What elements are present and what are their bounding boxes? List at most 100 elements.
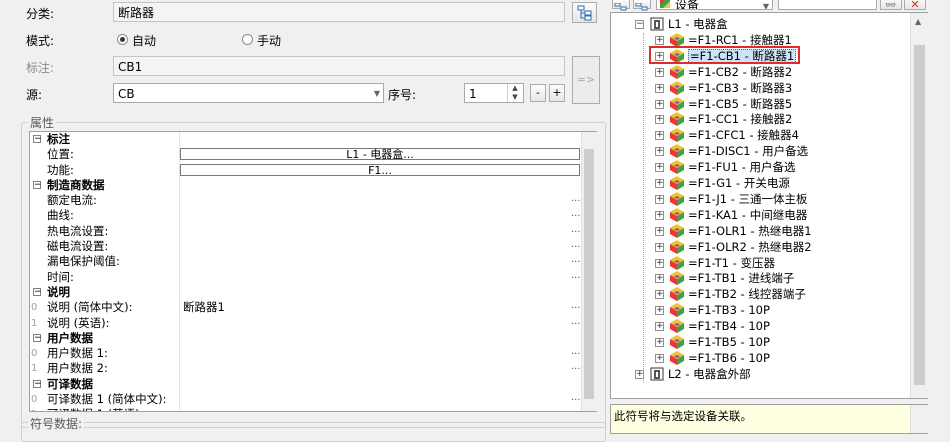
tree-node-device[interactable]: + =F1-TB2 - 线控器端子 — [611, 286, 911, 302]
tree-item-label[interactable]: =F1-TB2 - 线控器端子 — [688, 286, 806, 302]
ellipsis-button[interactable]: ... — [571, 208, 581, 220]
tree-item-label[interactable]: =F1-CFC1 - 接触器4 — [688, 127, 799, 143]
tree-item-label[interactable]: =F1-TB5 - 10P — [688, 334, 770, 350]
tree-node-device[interactable]: + =F1-TB3 - 10P — [611, 302, 911, 318]
property-row[interactable]: 0 说明 (简体中文): 断路器1... — [30, 300, 596, 316]
property-row[interactable]: 时间:... — [30, 269, 596, 285]
expand-icon[interactable]: + — [655, 194, 664, 204]
tree-item-label[interactable]: =F1-TB4 - 10P — [688, 318, 770, 334]
expand-icon[interactable]: + — [655, 115, 664, 125]
expand-icon[interactable]: + — [655, 274, 664, 284]
expand-icon[interactable]: + — [655, 353, 664, 363]
search-input[interactable] — [778, 0, 877, 10]
ellipsis-button[interactable]: ... — [571, 346, 581, 358]
category-tree-button[interactable] — [572, 2, 597, 23]
expand-icon[interactable]: + — [635, 369, 644, 379]
expand-icon[interactable]: + — [655, 179, 664, 188]
search-button[interactable]: 👓 — [880, 0, 902, 11]
expand-icon[interactable]: + — [655, 258, 664, 268]
mode-auto-radio[interactable] — [117, 34, 128, 45]
mode-manual-label[interactable]: 手动 — [257, 32, 281, 49]
tree-item-label[interactable]: L1 - 电器盒 — [668, 16, 728, 32]
sequence-spinner[interactable]: 1 ▲ ▼ — [464, 83, 524, 103]
ellipsis-button[interactable]: ... — [571, 224, 581, 236]
tree-node-device[interactable]: + =F1-CFC1 - 接触器4 — [611, 127, 911, 143]
info-scrollbar[interactable] — [910, 405, 928, 433]
tree-node-device[interactable]: + =F1-T1 - 变压器 — [611, 255, 911, 271]
spin-up-icon[interactable]: ▲ — [507, 84, 522, 93]
ellipsis-button[interactable]: ... — [571, 254, 581, 266]
property-row[interactable]: 1 用户数据 2:... — [30, 361, 596, 377]
expand-icon[interactable]: + — [655, 163, 664, 173]
tree-item-label[interactable]: =F1-TB6 - 10P — [688, 350, 770, 366]
property-row[interactable]: 磁电流设置:... — [30, 239, 596, 255]
property-row[interactable]: 1 可译数据 1 (英语):... — [30, 407, 596, 411]
tree-node-device[interactable]: + =F1-OLR1 - 热继电器1 — [611, 223, 911, 239]
property-row[interactable]: 漏电保护阈值:... — [30, 254, 596, 270]
tree-item-label[interactable]: =F1-T1 - 变压器 — [688, 255, 775, 271]
property-value[interactable]: 断路器1 — [183, 300, 225, 315]
tree-item-label[interactable]: =F1-OLR1 - 热继电器1 — [688, 223, 812, 239]
source-select[interactable]: CB ▼ — [113, 83, 384, 103]
filter-select[interactable]: 设备 ▼ — [656, 0, 773, 10]
tree-node-device[interactable]: + =F1-CB5 - 断路器5 — [611, 96, 911, 112]
collapse-icon[interactable]: − — [33, 287, 42, 296]
tree-item-label[interactable]: =F1-CB2 - 断路器2 — [688, 64, 792, 80]
tree-node-device[interactable]: + =F1-J1 - 三通一体主板 — [611, 191, 911, 207]
tree-item-label[interactable]: =F1-CC1 - 接触器2 — [688, 111, 792, 127]
mode-auto-label[interactable]: 自动 — [132, 32, 156, 49]
properties-scrollbar[interactable] — [581, 132, 597, 411]
expand-icon[interactable]: + — [655, 306, 664, 316]
expand-icon[interactable]: + — [655, 67, 664, 77]
tree-item-label[interactable]: L2 - 电器盒外部 — [668, 366, 751, 382]
collapse-icon[interactable]: − — [33, 379, 42, 388]
tree-scrollbar[interactable]: ▲ — [910, 13, 928, 398]
decrement-button[interactable]: - — [530, 84, 546, 102]
properties-grid[interactable]: − 标注 位置: L1 - 电器盒... 功能: F1... − 制造商数据 额定电流:... 曲… — [29, 131, 597, 412]
expand-icon[interactable]: + — [655, 131, 664, 141]
property-row[interactable]: 曲线:... — [30, 208, 596, 224]
tree-node-device[interactable]: + =F1-TB5 - 10P — [611, 334, 911, 350]
tree-node-device[interactable]: + =F1-FU1 - 用户备选 — [611, 159, 911, 175]
tree-item-label[interactable]: =F1-OLR2 - 热继电器2 — [688, 239, 812, 255]
device-tree[interactable]: − L1 - 电器盒 + =F1-RC1 - 接触器1 + =F1-CB1 - 断路器1 +… — [610, 12, 928, 399]
property-row[interactable]: 1 说明 (英语):... — [30, 315, 596, 331]
tree-item-label[interactable]: =F1-TB3 - 10P — [688, 302, 770, 318]
tree-node-device[interactable]: + =F1-TB6 - 10P — [611, 350, 911, 366]
ellipsis-button[interactable]: ... — [571, 193, 581, 205]
property-group-row[interactable]: − 用户数据 — [30, 330, 596, 347]
ellipsis-button[interactable]: ... — [571, 300, 581, 312]
tree-node-device[interactable]: + =F1-TB1 - 进线端子 — [611, 270, 911, 286]
tree-item-label[interactable]: =F1-J1 - 三通一体主板 — [688, 191, 808, 207]
clear-search-button[interactable]: ✕ — [904, 0, 926, 11]
collapse-icon[interactable]: − — [33, 135, 42, 144]
tree-item-label[interactable]: =F1-KA1 - 中间继电器 — [688, 207, 807, 223]
tree-view-button-2[interactable] — [633, 0, 651, 11]
tree-node-device[interactable]: + =F1-TB4 - 10P — [611, 318, 911, 334]
tree-node-root[interactable]: − L1 - 电器盒 — [611, 16, 911, 32]
property-group-row[interactable]: − 可译数据 — [30, 376, 596, 393]
expand-icon[interactable]: + — [655, 99, 664, 109]
property-group-row[interactable]: − 说明 — [30, 284, 596, 301]
property-group-row[interactable]: − 标注 — [30, 132, 596, 148]
ellipsis-button[interactable]: ... — [571, 361, 581, 373]
tree-node-device[interactable]: + =F1-DISC1 - 用户备选 — [611, 143, 911, 159]
expand-icon[interactable]: + — [655, 35, 664, 45]
expand-icon[interactable]: − — [635, 20, 644, 29]
tree-scroll-thumb[interactable] — [914, 45, 925, 385]
expand-icon[interactable]: + — [655, 210, 664, 220]
tree-node-root[interactable]: + L2 - 电器盒外部 — [611, 366, 911, 382]
scroll-up-icon[interactable]: ▲ — [915, 17, 921, 26]
property-row[interactable]: 0 用户数据 1:... — [30, 346, 596, 362]
tree-node-device[interactable]: + =F1-OLR2 - 热继电器2 — [611, 239, 911, 255]
tree-item-label[interactable]: =F1-TB1 - 进线端子 — [688, 270, 794, 286]
increment-button[interactable]: + — [549, 84, 565, 102]
tree-view-button-1[interactable] — [612, 0, 630, 11]
property-row[interactable]: 位置: L1 - 电器盒... — [30, 147, 596, 163]
expand-icon[interactable]: + — [655, 83, 664, 93]
tree-item-label[interactable]: =F1-G1 - 开关电源 — [688, 175, 790, 191]
property-group-row[interactable]: − 制造商数据 — [30, 177, 596, 194]
tree-item-label[interactable]: =F1-DISC1 - 用户备选 — [688, 143, 808, 159]
ellipsis-button[interactable]: ... — [571, 407, 581, 411]
tree-node-device[interactable]: + =F1-KA1 - 中间继电器 — [611, 207, 911, 223]
